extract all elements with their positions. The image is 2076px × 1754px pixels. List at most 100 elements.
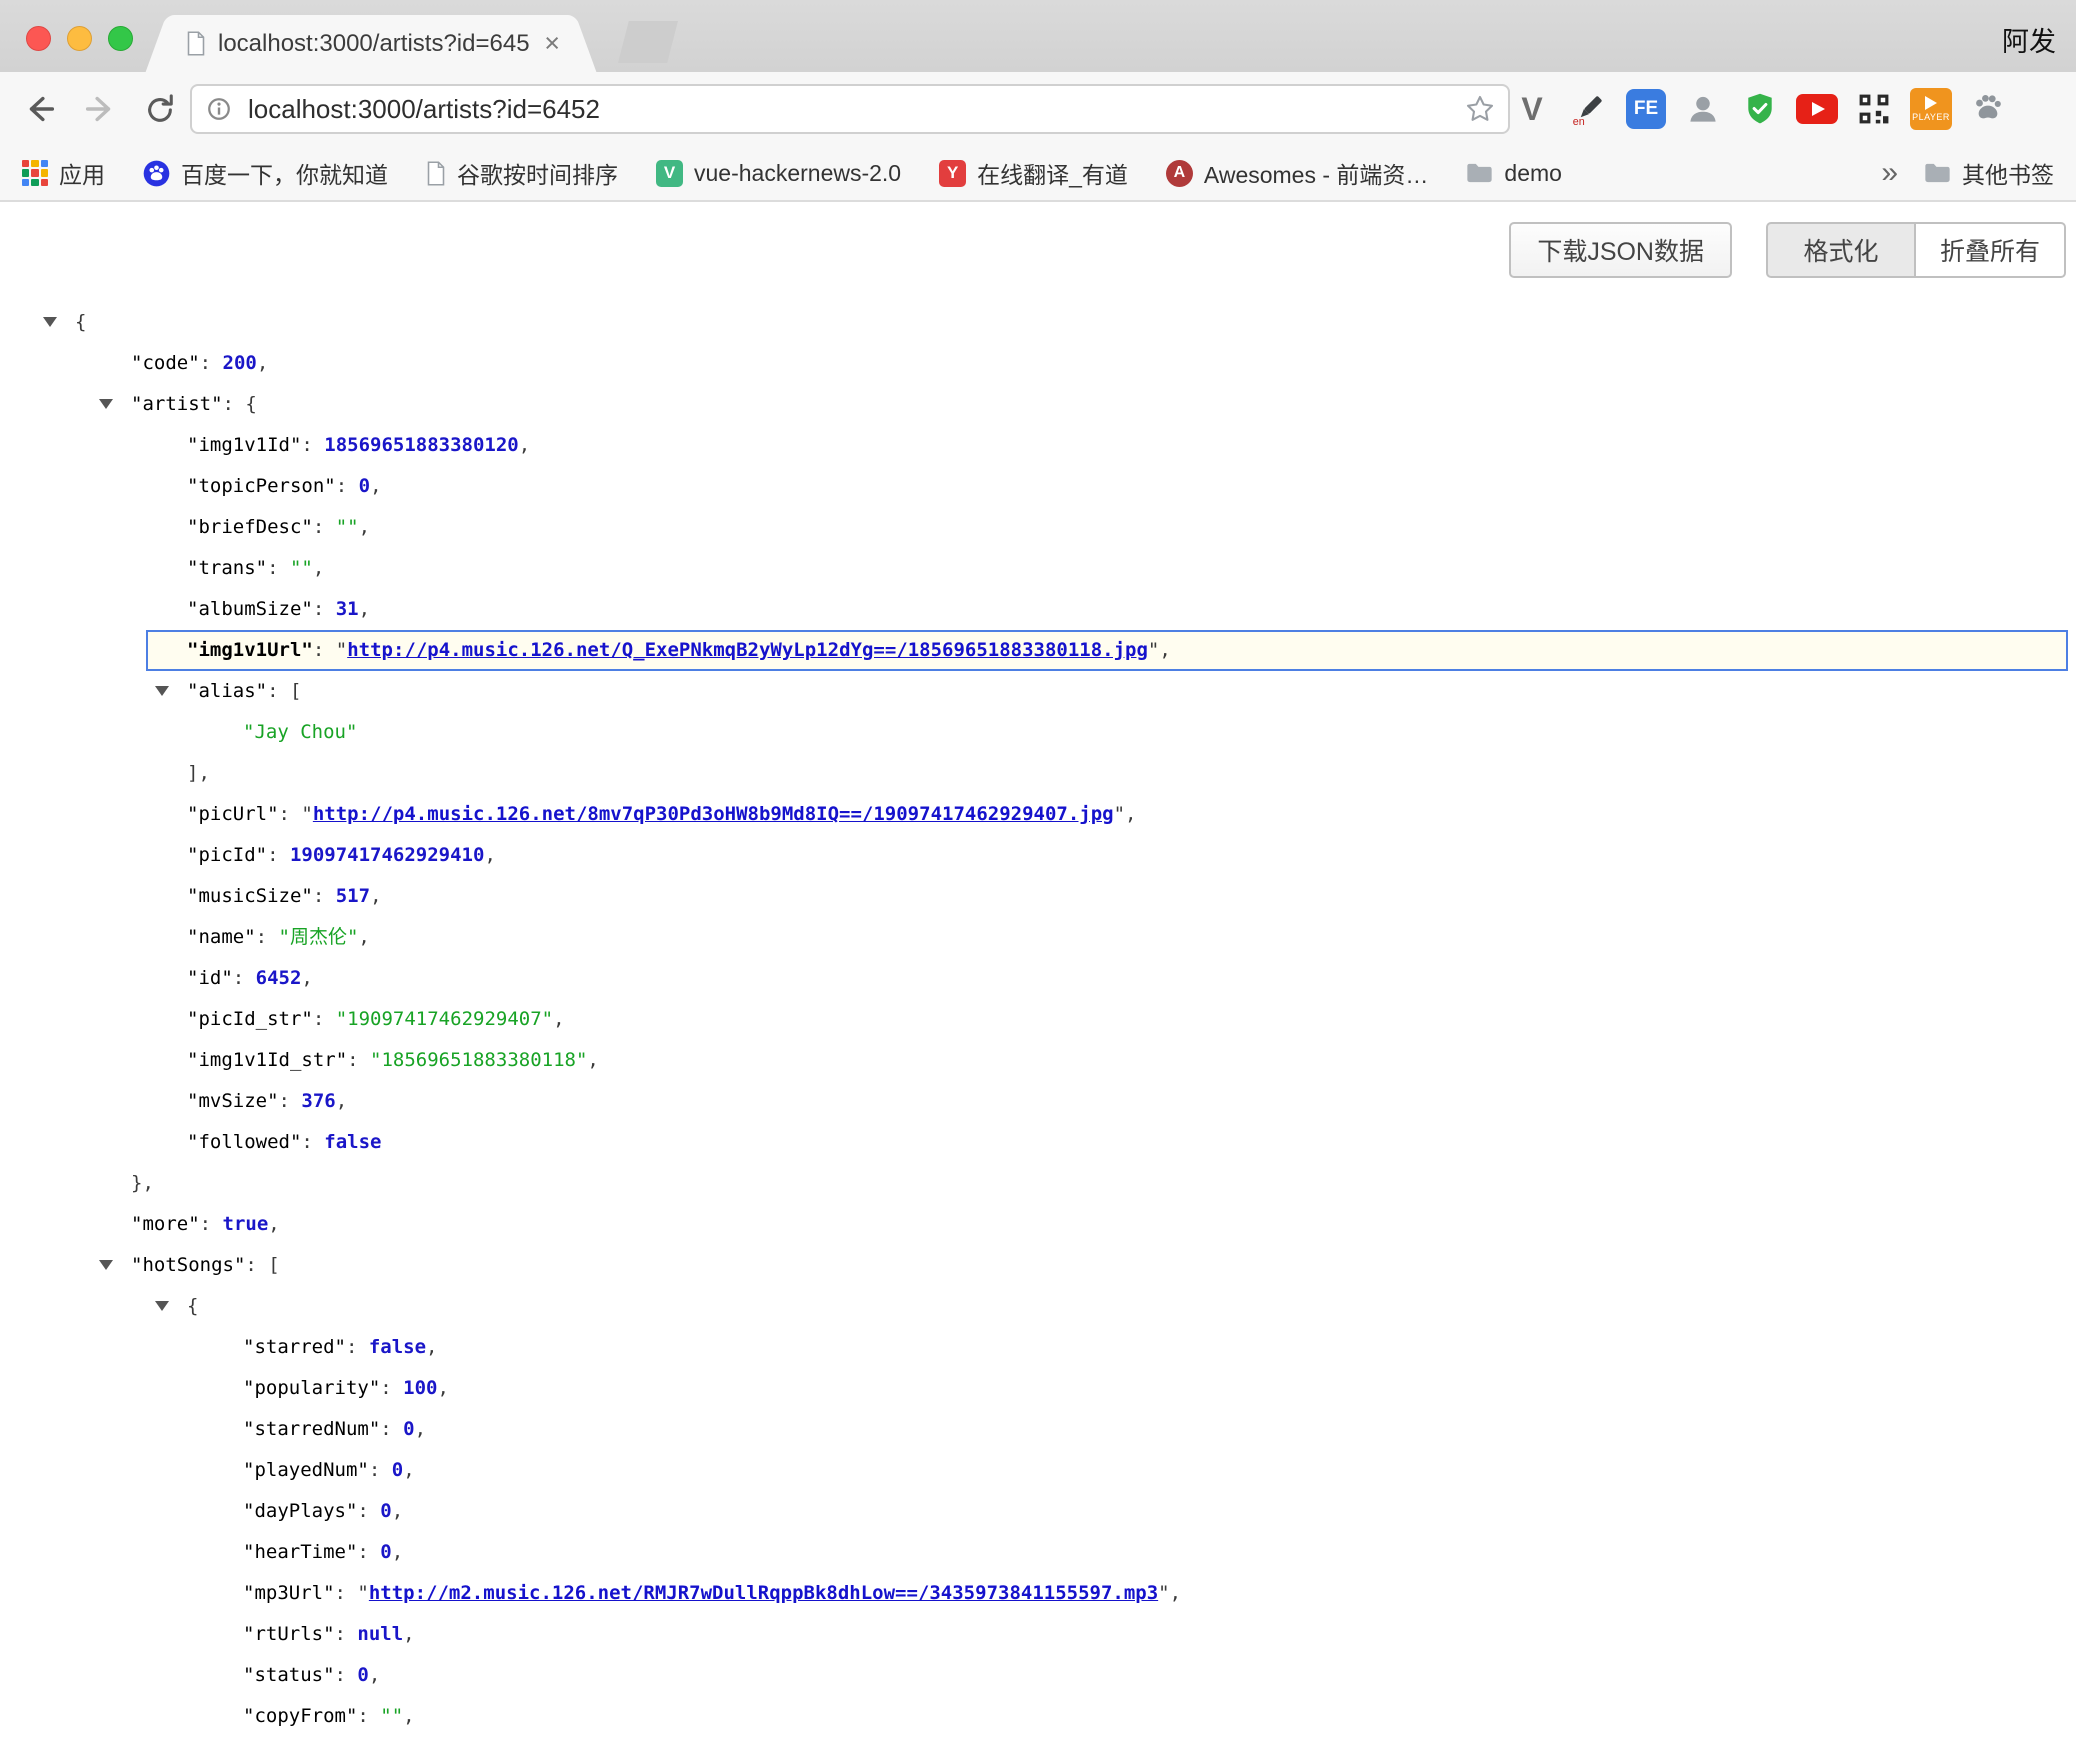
- json-token: :: [347, 1049, 370, 1071]
- json-token: "": [380, 1705, 403, 1727]
- json-line: {: [0, 1286, 2076, 1327]
- back-button[interactable]: [20, 89, 60, 129]
- json-token: ,: [359, 598, 370, 620]
- json-viewer: {"code": 200,"artist": {"img1v1Id": 1856…: [0, 302, 2076, 1737]
- json-token: ,: [358, 926, 369, 948]
- bookmark-item-youdao[interactable]: Y 在线翻译_有道: [939, 156, 1128, 190]
- json-token: "musicSize": [187, 885, 313, 907]
- bookmark-item-awesomes[interactable]: A Awesomes - 前端资…: [1166, 156, 1429, 190]
- json-token: "status": [243, 1664, 335, 1686]
- view-mode-segmented-control: 格式化 折叠所有: [1766, 222, 2066, 278]
- profile-name[interactable]: 阿发: [2002, 20, 2056, 59]
- json-token: "dayPlays": [243, 1500, 357, 1522]
- json-token: :: [233, 967, 256, 989]
- translate-extension-icon[interactable]: en: [1567, 86, 1611, 132]
- json-line: "code": 200,: [0, 343, 2076, 384]
- json-token: "18569651883380118": [370, 1049, 587, 1071]
- json-token: ,: [484, 844, 495, 866]
- json-token: ,: [392, 1541, 403, 1563]
- apps-grid-icon: [22, 160, 48, 186]
- player-extension-icon[interactable]: PLAYER: [1909, 86, 1953, 132]
- paw-extension-icon[interactable]: [1966, 86, 2010, 132]
- page-icon: [426, 161, 446, 186]
- json-token: :: [313, 639, 336, 661]
- browser-tab[interactable]: localhost:3000/artists?id=645 ×: [172, 15, 570, 72]
- bookmark-item-vue-hackernews[interactable]: V vue-hackernews-2.0: [656, 160, 901, 187]
- json-url-link[interactable]: http://p4.music.126.net/Q_ExePNkmqB2yWyL…: [347, 639, 1148, 661]
- youtube-extension-icon[interactable]: [1795, 86, 1839, 132]
- play-icon: [1925, 96, 1937, 110]
- json-token: "hearTime": [243, 1541, 357, 1563]
- forward-button[interactable]: [80, 89, 120, 129]
- other-bookmarks-folder[interactable]: 其他书签: [1924, 156, 2054, 190]
- json-token: : {: [223, 393, 257, 415]
- json-token: "Jay Chou": [243, 721, 357, 743]
- tab-close-button[interactable]: ×: [544, 30, 560, 57]
- json-token: :: [335, 1582, 358, 1604]
- url-text[interactable]: localhost:3000/artists?id=6452: [248, 94, 1464, 125]
- json-token: ,: [268, 1213, 279, 1235]
- json-token: ,: [370, 475, 381, 497]
- json-token: ,: [359, 516, 370, 538]
- json-token: "hotSongs": [131, 1254, 245, 1276]
- json-token: ,: [336, 1090, 347, 1112]
- bookmark-item-apps[interactable]: 应用: [22, 156, 105, 190]
- json-line: "copyFrom": "",: [0, 1696, 2076, 1737]
- extensions-bar: V en FE PLAYER: [1510, 86, 2010, 132]
- bookmark-item-demo[interactable]: demo: [1466, 160, 1562, 187]
- bookmarks-overflow-chevron[interactable]: »: [1881, 156, 1898, 190]
- json-token: 6452: [256, 967, 302, 989]
- json-token: ": [357, 1582, 368, 1604]
- json-token: 18569651883380120: [324, 434, 518, 456]
- json-url-link[interactable]: http://p4.music.126.net/8mv7qP30Pd3oHW8b…: [313, 803, 1114, 825]
- json-line: "musicSize": 517,: [0, 876, 2076, 917]
- json-token: :: [357, 1500, 380, 1522]
- json-token: {: [75, 311, 86, 333]
- format-button[interactable]: 格式化: [1766, 222, 1916, 278]
- collapse-toggle-icon[interactable]: [99, 1260, 113, 1270]
- profile-extension-icon[interactable]: [1681, 86, 1725, 132]
- json-token: ,: [301, 967, 312, 989]
- reload-button[interactable]: [140, 89, 180, 129]
- collapse-toggle-icon[interactable]: [155, 686, 169, 696]
- json-token: :: [256, 926, 279, 948]
- bookmark-item-baidu[interactable]: 百度一下，你就知道: [143, 156, 388, 190]
- json-token: ": [1114, 803, 1125, 825]
- download-json-button[interactable]: 下载JSON数据: [1509, 222, 1732, 278]
- adblock-extension-icon[interactable]: [1738, 86, 1782, 132]
- json-viewer-controls: 下载JSON数据 格式化 折叠所有: [1509, 222, 2066, 278]
- json-line: },: [0, 1163, 2076, 1204]
- json-token: 0: [380, 1500, 391, 1522]
- json-line: "hearTime": 0,: [0, 1532, 2076, 1573]
- json-token: ,: [370, 885, 381, 907]
- window-close-button[interactable]: [26, 26, 51, 51]
- json-token: 100: [403, 1377, 437, 1399]
- window-minimize-button[interactable]: [67, 26, 92, 51]
- json-line: "mp3Url": "http://m2.music.126.net/RMJR7…: [0, 1573, 2076, 1614]
- bookmark-star-icon[interactable]: [1464, 93, 1496, 125]
- bookmark-item-google-sort[interactable]: 谷歌按时间排序: [426, 156, 618, 190]
- qrcode-extension-icon[interactable]: [1852, 86, 1896, 132]
- json-line: "picId_str": "19097417462929407",: [0, 999, 2076, 1040]
- collapse-toggle-icon[interactable]: [43, 317, 57, 327]
- json-token: :: [346, 1336, 369, 1358]
- json-token: ,: [1125, 803, 1136, 825]
- address-bar[interactable]: localhost:3000/artists?id=6452: [190, 84, 1510, 134]
- json-token: : [: [267, 680, 301, 702]
- json-line: "starred": false,: [0, 1327, 2076, 1368]
- page-info-icon[interactable]: [204, 94, 234, 124]
- collapse-toggle-icon[interactable]: [155, 1301, 169, 1311]
- json-token: ,: [415, 1418, 426, 1440]
- window-zoom-button[interactable]: [108, 26, 133, 51]
- json-url-link[interactable]: http://m2.music.126.net/RMJR7wDullRqppBk…: [369, 1582, 1158, 1604]
- json-line: "alias": [: [0, 671, 2076, 712]
- collapse-all-button[interactable]: 折叠所有: [1916, 222, 2066, 278]
- fehelper-extension-icon[interactable]: FE: [1624, 86, 1668, 132]
- window-controls: [26, 26, 133, 51]
- new-tab-button[interactable]: [618, 21, 678, 63]
- gesture-extension-icon[interactable]: V: [1510, 86, 1554, 132]
- json-token: ,: [1159, 639, 1170, 661]
- json-token: :: [313, 516, 336, 538]
- json-line: "trans": "",: [0, 548, 2076, 589]
- collapse-toggle-icon[interactable]: [99, 399, 113, 409]
